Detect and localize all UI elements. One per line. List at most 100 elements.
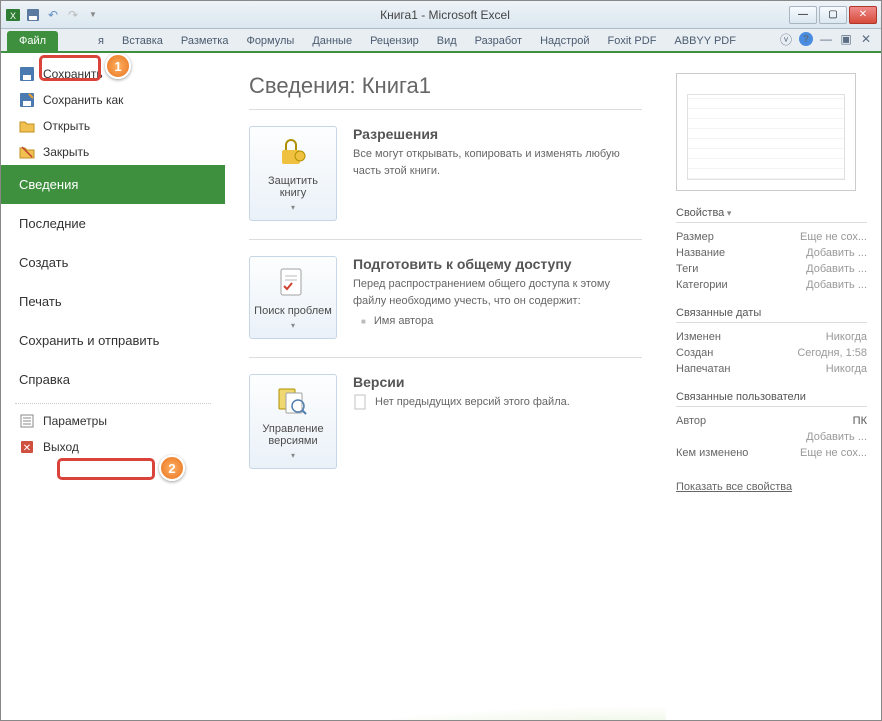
prop-label: Размер	[676, 231, 714, 243]
tab-layout[interactable]: Разметка	[173, 31, 237, 51]
prop-value[interactable]: Добавить ...	[806, 263, 867, 275]
ribbon-tabs: Файл я Вставка Разметка Формулы Данные Р…	[1, 29, 881, 53]
sidebar-item-label: Выход	[43, 440, 79, 454]
section-title: Разрешения	[353, 126, 642, 142]
document-thumbnail	[676, 73, 856, 191]
sidebar-item-label: Сохранить и отправить	[19, 333, 159, 348]
tab-insert[interactable]: Вставка	[114, 31, 171, 51]
prop-label: Категории	[676, 279, 728, 291]
svg-text:X: X	[10, 11, 16, 21]
bullet-item: Имя автора	[353, 315, 642, 327]
backstage-view: Сохранить Сохранить как Открыть Закрыть …	[1, 53, 881, 720]
prop-label: Изменен	[676, 331, 721, 343]
undo-icon[interactable]: ↶	[45, 7, 61, 23]
sidebar-item-label: Параметры	[43, 414, 107, 428]
prop-label: Кем изменено	[676, 447, 748, 459]
save-icon	[19, 66, 35, 82]
sidebar-print[interactable]: Печать	[1, 282, 225, 321]
minimize-button[interactable]: —	[789, 6, 817, 24]
show-all-properties-link[interactable]: Показать все свойства	[676, 481, 792, 493]
help-icon[interactable]: ?	[799, 32, 813, 46]
sidebar-item-label: Сведения	[19, 177, 78, 192]
prop-value: Сегодня, 1:58	[797, 347, 867, 359]
section-versions: Управление версиями ▾ Версии Нет предыду…	[249, 374, 642, 469]
prop-label: Автор	[676, 415, 706, 427]
tab-review[interactable]: Рецензир	[362, 31, 427, 51]
document-icon	[353, 394, 369, 410]
sidebar-item-label: Сохранить	[43, 67, 103, 81]
sidebar-save-send[interactable]: Сохранить и отправить	[1, 321, 225, 360]
ribbon-right-controls: ⓥ ? — ▣ ✕	[779, 32, 873, 46]
close-button[interactable]: ✕	[849, 6, 877, 24]
tab-foxit[interactable]: Foxit PDF	[600, 31, 665, 51]
sidebar-open[interactable]: Открыть	[1, 113, 225, 139]
doc-restore-icon[interactable]: ▣	[839, 32, 853, 46]
section-permissions: Защитить книгу ▾ Разрешения Все могут от…	[249, 126, 642, 221]
button-label: Управление версиями	[254, 423, 332, 447]
section-inspect: Поиск проблем ▾ Подготовить к общему дос…	[249, 256, 642, 339]
sidebar-item-label: Справка	[19, 372, 70, 387]
lock-icon	[275, 135, 311, 171]
properties-dropdown[interactable]: Свойства	[676, 207, 867, 223]
prop-label: Название	[676, 247, 725, 259]
prop-value: Еще не сох...	[800, 447, 867, 459]
sidebar-item-label: Закрыть	[43, 145, 89, 159]
callout-1: 1	[105, 53, 131, 79]
sidebar-item-label: Печать	[19, 294, 62, 309]
prop-label: Создан	[676, 347, 713, 359]
section-title: Версии	[353, 374, 642, 390]
button-label: Защитить книгу	[254, 175, 332, 199]
redo-icon[interactable]: ↷	[65, 7, 81, 23]
section-desc: Перед распространением общего доступа к …	[353, 276, 642, 309]
window-buttons: — ▢ ✕	[789, 6, 877, 24]
ribbon-minimize-icon[interactable]: ⓥ	[779, 32, 793, 46]
sidebar-item-label: Последние	[19, 216, 86, 231]
doc-close-icon[interactable]: ✕	[859, 32, 873, 46]
maximize-button[interactable]: ▢	[819, 6, 847, 24]
options-icon	[19, 413, 35, 429]
protect-workbook-button[interactable]: Защитить книгу ▾	[249, 126, 337, 221]
sidebar-info[interactable]: Сведения	[1, 165, 225, 204]
quick-access-toolbar: X ↶ ↷ ▼	[5, 7, 101, 23]
sidebar-saveas[interactable]: Сохранить как	[1, 87, 225, 113]
prop-value: Никогда	[826, 331, 867, 343]
backstage-main: Сведения: Книга1 Защитить книгу ▾ Разреш…	[225, 53, 666, 720]
qat-dropdown-icon[interactable]: ▼	[85, 7, 101, 23]
svg-text:✕: ✕	[23, 443, 31, 454]
save-icon[interactable]	[25, 7, 41, 23]
prop-value[interactable]: Добавить ...	[806, 247, 867, 259]
tab-abbyy[interactable]: ABBYY PDF	[666, 31, 744, 51]
properties-panel: Свойства Размер Еще не сох... Название Доб…	[666, 53, 881, 720]
prop-value[interactable]: Добавить ...	[806, 279, 867, 291]
doc-minimize-icon[interactable]: —	[819, 32, 833, 46]
prop-value: ПК	[853, 415, 867, 427]
sidebar-recent[interactable]: Последние	[1, 204, 225, 243]
sidebar-new[interactable]: Создать	[1, 243, 225, 282]
tab-data[interactable]: Данные	[304, 31, 360, 51]
prop-label: Теги	[676, 263, 698, 275]
sidebar-item-label: Открыть	[43, 119, 90, 133]
exit-icon: ✕	[19, 439, 35, 455]
button-label: Поиск проблем	[254, 305, 332, 317]
backstage-sidebar: Сохранить Сохранить как Открыть Закрыть …	[1, 53, 225, 720]
tab-file[interactable]: Файл	[7, 31, 58, 51]
titlebar: X ↶ ↷ ▼ Книга1 - Microsoft Excel — ▢ ✕	[1, 1, 881, 29]
manage-versions-button[interactable]: Управление версиями ▾	[249, 374, 337, 469]
prop-value: Никогда	[826, 363, 867, 375]
check-issues-button[interactable]: Поиск проблем ▾	[249, 256, 337, 339]
sidebar-options[interactable]: Параметры	[1, 408, 225, 434]
tab-view[interactable]: Вид	[429, 31, 465, 51]
section-desc: Все могут открывать, копировать и изменя…	[353, 146, 642, 179]
tab-home-partial[interactable]: я	[90, 31, 112, 51]
page-title: Сведения: Книга1	[249, 73, 642, 99]
prop-label: Напечатан	[676, 363, 730, 375]
tab-developer[interactable]: Разработ	[467, 31, 530, 51]
sidebar-exit[interactable]: ✕ Выход	[1, 434, 225, 460]
versions-icon	[275, 383, 311, 419]
add-author[interactable]: Добавить ...	[806, 431, 867, 443]
tab-addins[interactable]: Надстрой	[532, 31, 597, 51]
tab-formulas[interactable]: Формулы	[238, 31, 302, 51]
sidebar-help[interactable]: Справка	[1, 360, 225, 399]
decorative-swoosh	[225, 630, 666, 720]
sidebar-close[interactable]: Закрыть	[1, 139, 225, 165]
